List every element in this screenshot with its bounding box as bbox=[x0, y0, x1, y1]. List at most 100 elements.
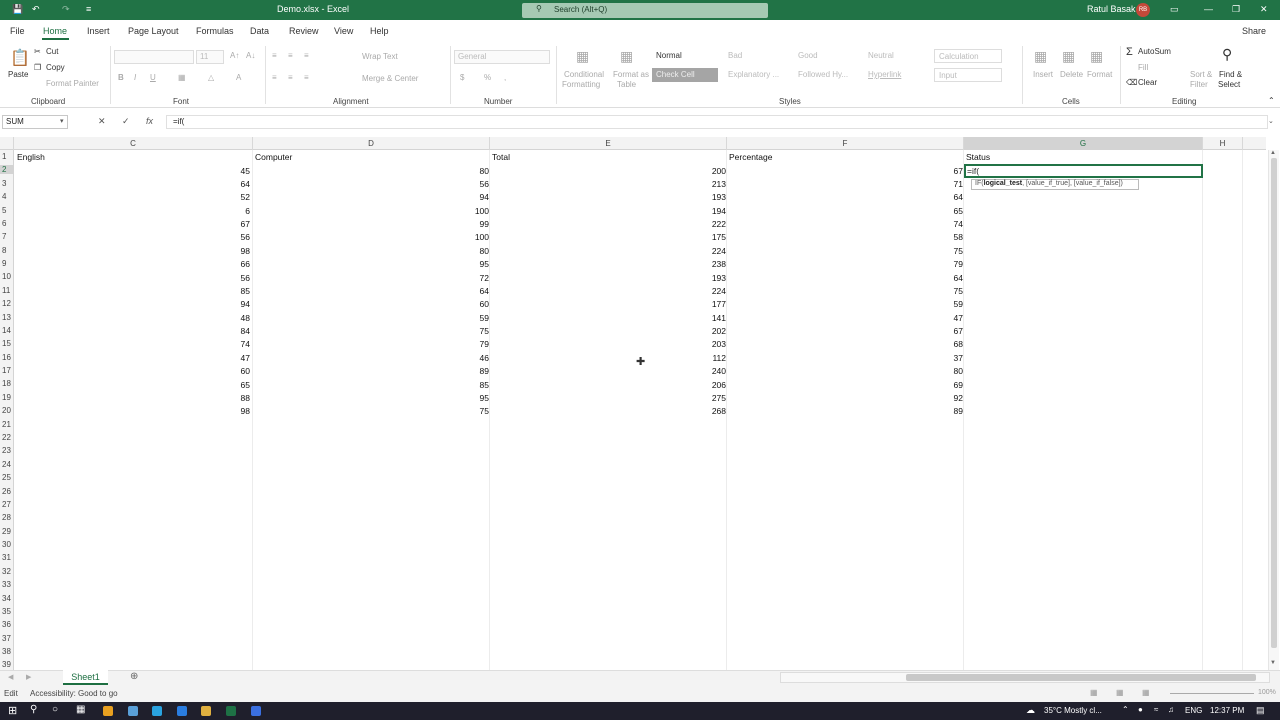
name-box[interactable]: SUM bbox=[2, 115, 68, 129]
total-cell[interactable]: 202 bbox=[712, 326, 726, 336]
align-left-icon[interactable]: ≡ bbox=[272, 73, 277, 82]
format-cells-button[interactable]: Format bbox=[1087, 70, 1112, 79]
row-header[interactable]: 6 bbox=[0, 219, 14, 228]
row-header[interactable]: 4 bbox=[0, 192, 14, 201]
tray-overflow-icon[interactable]: ⌃ bbox=[1122, 705, 1129, 714]
row-header[interactable]: 18 bbox=[0, 379, 14, 388]
english-cell[interactable]: 45 bbox=[241, 166, 250, 176]
paste-icon[interactable]: 📋 bbox=[10, 48, 30, 68]
computer-cell[interactable]: 75 bbox=[480, 326, 489, 336]
zoom-level[interactable]: 100% bbox=[1258, 689, 1276, 696]
total-cell[interactable]: 112 bbox=[712, 353, 726, 363]
prev-sheet-icon[interactable]: ◀ bbox=[8, 673, 13, 681]
total-cell[interactable]: 193 bbox=[712, 273, 726, 283]
total-cell[interactable]: 213 bbox=[712, 179, 726, 189]
bold-icon[interactable]: B bbox=[118, 73, 124, 82]
format-as-table-button[interactable]: Format as bbox=[613, 70, 649, 79]
computer-cell[interactable]: 56 bbox=[480, 179, 489, 189]
align-top-icon[interactable]: ≡ bbox=[272, 51, 277, 60]
header-english[interactable]: English bbox=[17, 152, 45, 162]
row-header[interactable]: 7 bbox=[0, 232, 14, 241]
computer-cell[interactable]: 85 bbox=[480, 380, 489, 390]
delete-cells-icon[interactable]: ▦ bbox=[1062, 48, 1075, 65]
tooltip-function[interactable]: IF( bbox=[975, 180, 984, 187]
total-cell[interactable]: 268 bbox=[712, 406, 726, 416]
total-cell[interactable]: 193 bbox=[712, 192, 726, 202]
percentage-cell[interactable]: 47 bbox=[954, 313, 963, 323]
percentage-cell[interactable]: 58 bbox=[954, 232, 963, 242]
comma-icon[interactable]: , bbox=[504, 73, 506, 82]
sort-filter-button[interactable]: Sort & bbox=[1190, 70, 1212, 79]
row-header[interactable]: 11 bbox=[0, 286, 14, 295]
row-header[interactable]: 33 bbox=[0, 580, 14, 589]
column-header-e[interactable]: E bbox=[490, 137, 727, 150]
row-header[interactable]: 38 bbox=[0, 647, 14, 656]
scroll-up-icon[interactable]: ▲ bbox=[1270, 150, 1276, 156]
english-cell[interactable]: 56 bbox=[241, 273, 250, 283]
sort-filter-button-line2[interactable]: Filter bbox=[1190, 80, 1208, 89]
tab-review[interactable]: Review bbox=[289, 26, 319, 36]
vertical-scroll-thumb[interactable] bbox=[1271, 158, 1277, 648]
page-break-view-icon[interactable]: ▦ bbox=[1142, 688, 1150, 697]
english-cell[interactable]: 98 bbox=[241, 246, 250, 256]
computer-cell[interactable]: 60 bbox=[480, 299, 489, 309]
total-cell[interactable]: 224 bbox=[712, 286, 726, 296]
row-header[interactable]: 30 bbox=[0, 540, 14, 549]
find-select-icon[interactable]: ⚲ bbox=[1222, 46, 1232, 63]
row-header[interactable]: 3 bbox=[0, 179, 14, 188]
close-icon[interactable]: ✕ bbox=[1260, 4, 1268, 15]
row-header[interactable]: 20 bbox=[0, 406, 14, 415]
english-cell[interactable]: 48 bbox=[241, 313, 250, 323]
total-cell[interactable]: 206 bbox=[712, 380, 726, 390]
clear-button[interactable]: Clear bbox=[1138, 78, 1157, 87]
row-header[interactable]: 25 bbox=[0, 473, 14, 482]
computer-cell[interactable]: 95 bbox=[480, 259, 489, 269]
english-cell[interactable]: 67 bbox=[241, 219, 250, 229]
percentage-cell[interactable]: 69 bbox=[954, 380, 963, 390]
total-cell[interactable]: 224 bbox=[712, 246, 726, 256]
tab-help[interactable]: Help bbox=[370, 26, 389, 36]
computer-cell[interactable]: 64 bbox=[480, 286, 489, 296]
customize-qat-icon[interactable]: ≡ bbox=[86, 4, 91, 14]
english-cell[interactable]: 66 bbox=[241, 259, 250, 269]
share-button[interactable]: Share bbox=[1242, 26, 1266, 36]
computer-cell[interactable]: 100 bbox=[475, 206, 489, 216]
computer-cell[interactable]: 80 bbox=[480, 246, 489, 256]
style-normal[interactable]: Normal bbox=[652, 49, 686, 63]
percentage-cell[interactable]: 92 bbox=[954, 393, 963, 403]
align-center-icon[interactable]: ≡ bbox=[288, 73, 293, 82]
row-header[interactable]: 36 bbox=[0, 620, 14, 629]
tooltip-current-arg[interactable]: logical_test bbox=[984, 180, 1023, 187]
row-header[interactable]: 19 bbox=[0, 393, 14, 402]
sheet-tab[interactable]: Sheet1 bbox=[63, 670, 108, 685]
italic-icon[interactable]: I bbox=[134, 73, 136, 82]
total-cell[interactable]: 177 bbox=[712, 299, 726, 309]
row-header[interactable]: 21 bbox=[0, 420, 14, 429]
row-header[interactable]: 13 bbox=[0, 313, 14, 322]
total-cell[interactable]: 275 bbox=[712, 393, 726, 403]
english-cell[interactable]: 6 bbox=[245, 206, 250, 216]
percentage-cell[interactable]: 67 bbox=[954, 326, 963, 336]
cut-button[interactable]: Cut bbox=[46, 47, 58, 56]
row-header[interactable]: 23 bbox=[0, 446, 14, 455]
file-explorer-icon[interactable] bbox=[201, 706, 211, 716]
column-header-c[interactable]: C bbox=[14, 137, 253, 150]
user-name[interactable]: Ratul Basak bbox=[1087, 4, 1136, 14]
computer-cell[interactable]: 75 bbox=[480, 406, 489, 416]
copy-button[interactable]: Copy bbox=[46, 63, 65, 72]
style-input[interactable]: Input bbox=[934, 68, 1002, 82]
row-header[interactable]: 10 bbox=[0, 272, 14, 281]
computer-cell[interactable]: 79 bbox=[480, 339, 489, 349]
english-cell[interactable]: 47 bbox=[241, 353, 250, 363]
row-header[interactable]: 26 bbox=[0, 487, 14, 496]
computer-cell[interactable]: 72 bbox=[480, 273, 489, 283]
style-check-cell[interactable]: Check Cell bbox=[652, 68, 718, 82]
percentage-cell[interactable]: 74 bbox=[954, 219, 963, 229]
tab-insert[interactable]: Insert bbox=[87, 26, 110, 36]
notifications-icon[interactable]: ▤ bbox=[1256, 705, 1265, 716]
computer-cell[interactable]: 100 bbox=[475, 232, 489, 242]
underline-icon[interactable]: U bbox=[150, 73, 156, 82]
style-hyperlink[interactable]: Hyperlink bbox=[864, 68, 905, 82]
scroll-down-icon[interactable]: ▼ bbox=[1270, 660, 1276, 666]
tab-data[interactable]: Data bbox=[250, 26, 269, 36]
